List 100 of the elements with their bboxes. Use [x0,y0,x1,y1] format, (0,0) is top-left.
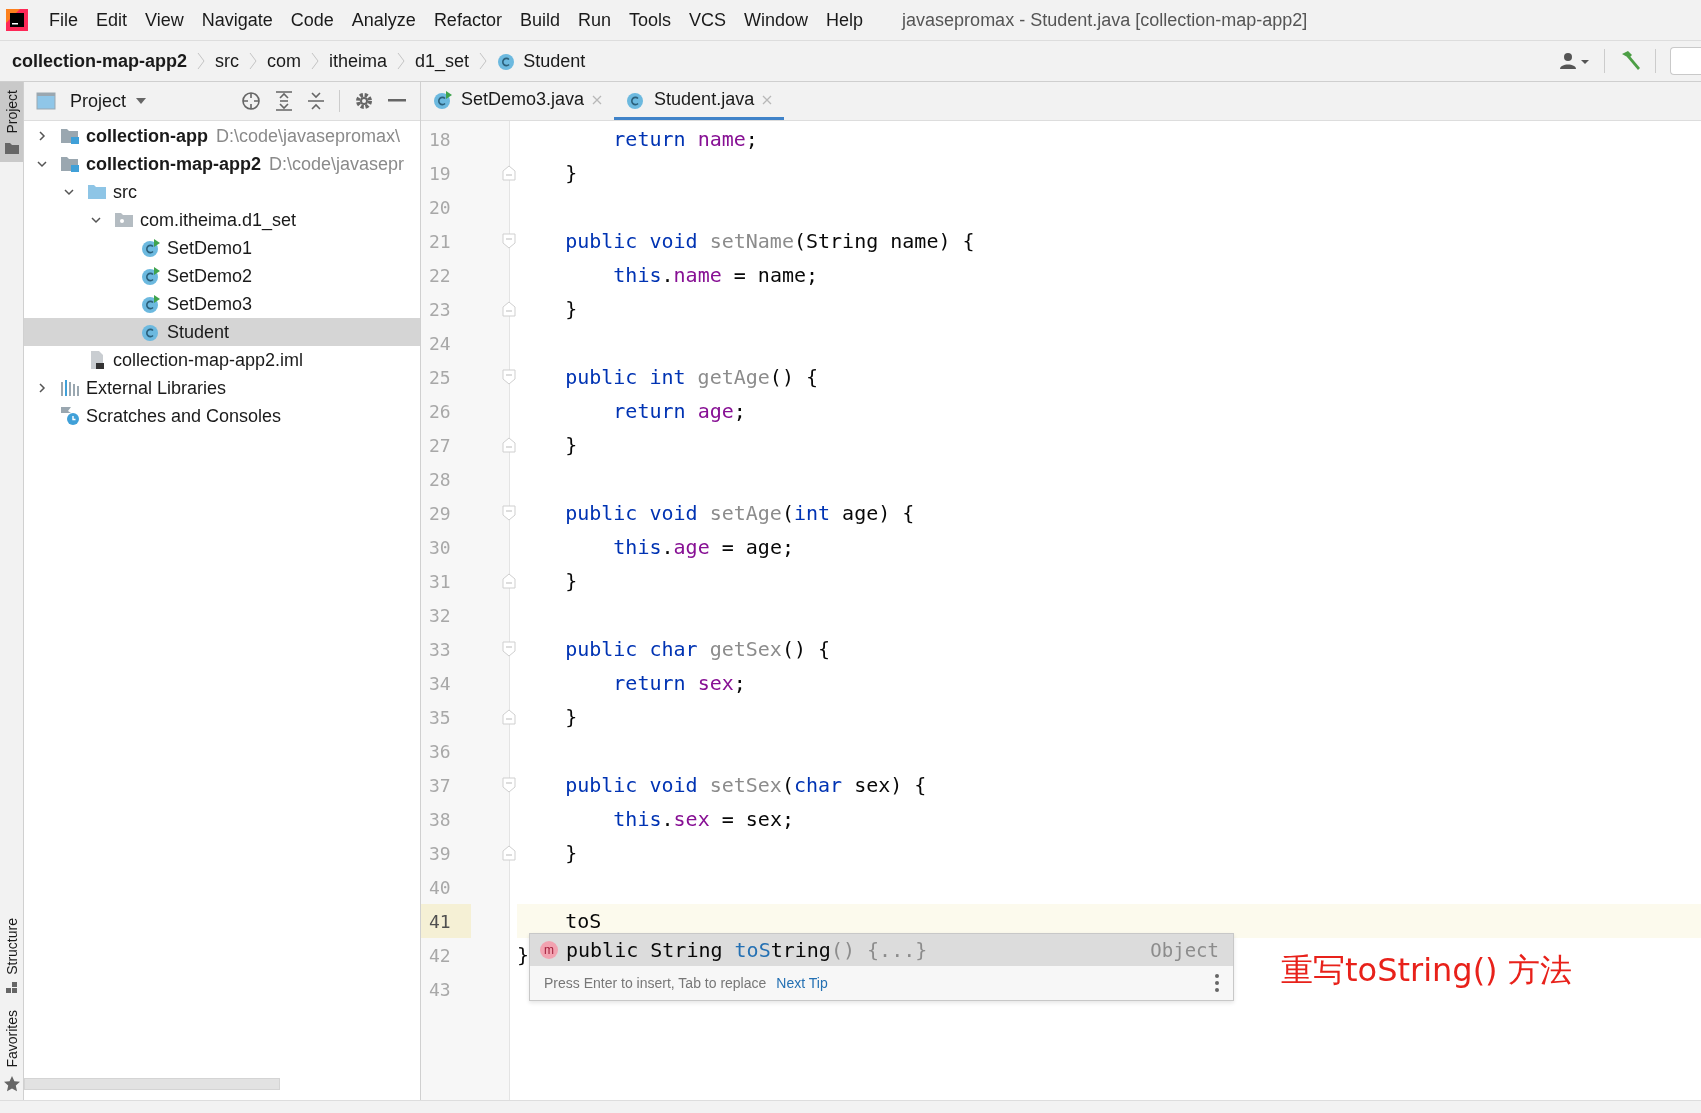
fold-marker-icon[interactable] [502,709,516,725]
tool-window-tab[interactable]: Project [0,82,23,162]
menu-item[interactable]: File [40,5,87,35]
tree-item[interactable]: collection-map-app2.iml [24,346,420,374]
tool-window-tab[interactable]: Favorites [0,1002,23,1100]
code-text: toS [517,904,1701,938]
caret-icon [136,98,147,104]
close-icon[interactable] [592,94,603,105]
method-icon: m [540,941,558,959]
tree-item[interactable]: SetDemo2 [24,262,420,290]
chevron-icon [311,51,320,71]
line-number: 42 [428,943,452,968]
breadcrumb-item[interactable]: d1_set [413,48,472,74]
chevron-icon[interactable] [90,214,102,226]
tree-item[interactable]: collection-app D:\code\javasepromax\ [24,122,420,150]
tree-item[interactable]: Scratches and Consoles [24,402,420,430]
next-tip-link[interactable]: Next Tip [776,975,828,991]
fold-marker-icon[interactable] [502,505,516,521]
completion-item[interactable]: m public String toString() {...} Object [530,934,1233,966]
fold-marker-icon[interactable] [502,165,516,181]
fold-marker-icon[interactable] [502,845,516,861]
fold-marker-icon[interactable] [502,573,516,589]
module-folder-icon [60,127,80,145]
menu-item[interactable]: Refactor [424,5,511,35]
line-number: 24 [428,331,452,356]
chevron-icon[interactable] [63,186,75,198]
line-number: 19 [428,161,452,186]
module-path: D:\code\javasepromax\ [216,125,401,147]
fold-marker-icon[interactable] [502,369,516,385]
code-text: } [517,943,530,967]
type-label: Object [1150,939,1219,961]
breadcrumb-item[interactable]: itheima [327,48,390,74]
code-text: } [564,705,578,729]
code-text: public char getSex() { [564,637,831,661]
code-text: } [564,297,578,321]
menu-item[interactable]: Run [568,5,620,35]
editor-tab[interactable]: SetDemo3.java [421,82,615,120]
fold-marker-icon[interactable] [502,301,516,317]
breadcrumb-item[interactable]: collection-map-app2 [10,48,190,74]
close-icon[interactable] [762,94,773,105]
editor-tab[interactable]: Student.java [614,82,785,120]
code-text: } [564,433,578,457]
menu-item[interactable]: Navigate [192,5,282,35]
tool-window-tab[interactable]: Structure [0,909,23,1003]
line-number: 29 [428,501,452,526]
tree-item[interactable]: Student [24,318,420,346]
breadcrumb-item[interactable]: Student [495,48,588,74]
chevron-icon[interactable] [36,158,48,170]
view-selector[interactable]: Project [70,90,147,112]
chevron-icon[interactable] [36,382,48,394]
user-icon[interactable] [1560,52,1590,70]
window-icon [36,92,56,110]
menu-item[interactable]: Code [281,5,343,35]
chevron-icon [479,51,488,71]
menu-item[interactable]: View [136,5,193,35]
class-icon [141,322,161,342]
menu-item[interactable]: VCS [680,5,735,35]
menu-item[interactable]: Help [817,5,873,35]
menu-item[interactable]: Window [735,5,818,35]
tree-item[interactable]: SetDemo1 [24,234,420,262]
breadcrumb-item[interactable]: com [265,48,304,74]
tree-item[interactable]: External Libraries [24,374,420,402]
collapse-all-icon[interactable] [307,91,325,111]
fold-marker-icon[interactable] [502,641,516,657]
tree-item[interactable]: com.itheima.d1_set [24,206,420,234]
line-number: 25 [428,365,452,390]
code-text: public void setAge(int age) { [564,501,915,525]
more-icon[interactable] [1215,974,1219,992]
toolbar-button[interactable] [1670,47,1701,75]
breadcrumb-item[interactable]: src [213,48,242,74]
scrollbar[interactable] [24,1078,280,1090]
minimize-icon[interactable] [388,99,406,103]
menu-item[interactable]: Analyze [342,5,425,35]
line-number: 23 [428,297,452,322]
settings-icon[interactable] [354,91,374,111]
folder-icon [87,183,107,201]
runnable-class-icon [141,294,161,314]
menu-item[interactable]: Build [510,5,569,35]
tree-item[interactable]: SetDemo3 [24,290,420,318]
scratches-icon [60,406,80,426]
locate-icon[interactable] [241,91,261,111]
fold-marker-icon[interactable] [502,233,516,249]
fold-marker-icon[interactable] [502,437,516,453]
tree-item[interactable]: collection-map-app2 D:\code\javasepr [24,150,420,178]
line-number: 28 [428,467,452,492]
expand-all-icon[interactable] [275,91,293,111]
code-text: public void setSex(char sex) { [564,773,927,797]
line-number: 26 [428,399,452,424]
structure-icon [5,982,18,995]
code-text: return name; [612,127,758,151]
menu-item[interactable]: Tools [619,5,680,35]
module-path: D:\code\javasepr [269,153,405,175]
runnable-class-icon [141,238,161,258]
hint-text: Press Enter to insert, Tab to replace [544,975,767,991]
tree-item[interactable]: src [24,178,420,206]
fold-marker-icon[interactable] [502,777,516,793]
star-icon [3,1076,20,1092]
menu-item[interactable]: Edit [87,5,137,35]
line-number: 37 [428,773,452,798]
chevron-icon[interactable] [36,130,48,142]
